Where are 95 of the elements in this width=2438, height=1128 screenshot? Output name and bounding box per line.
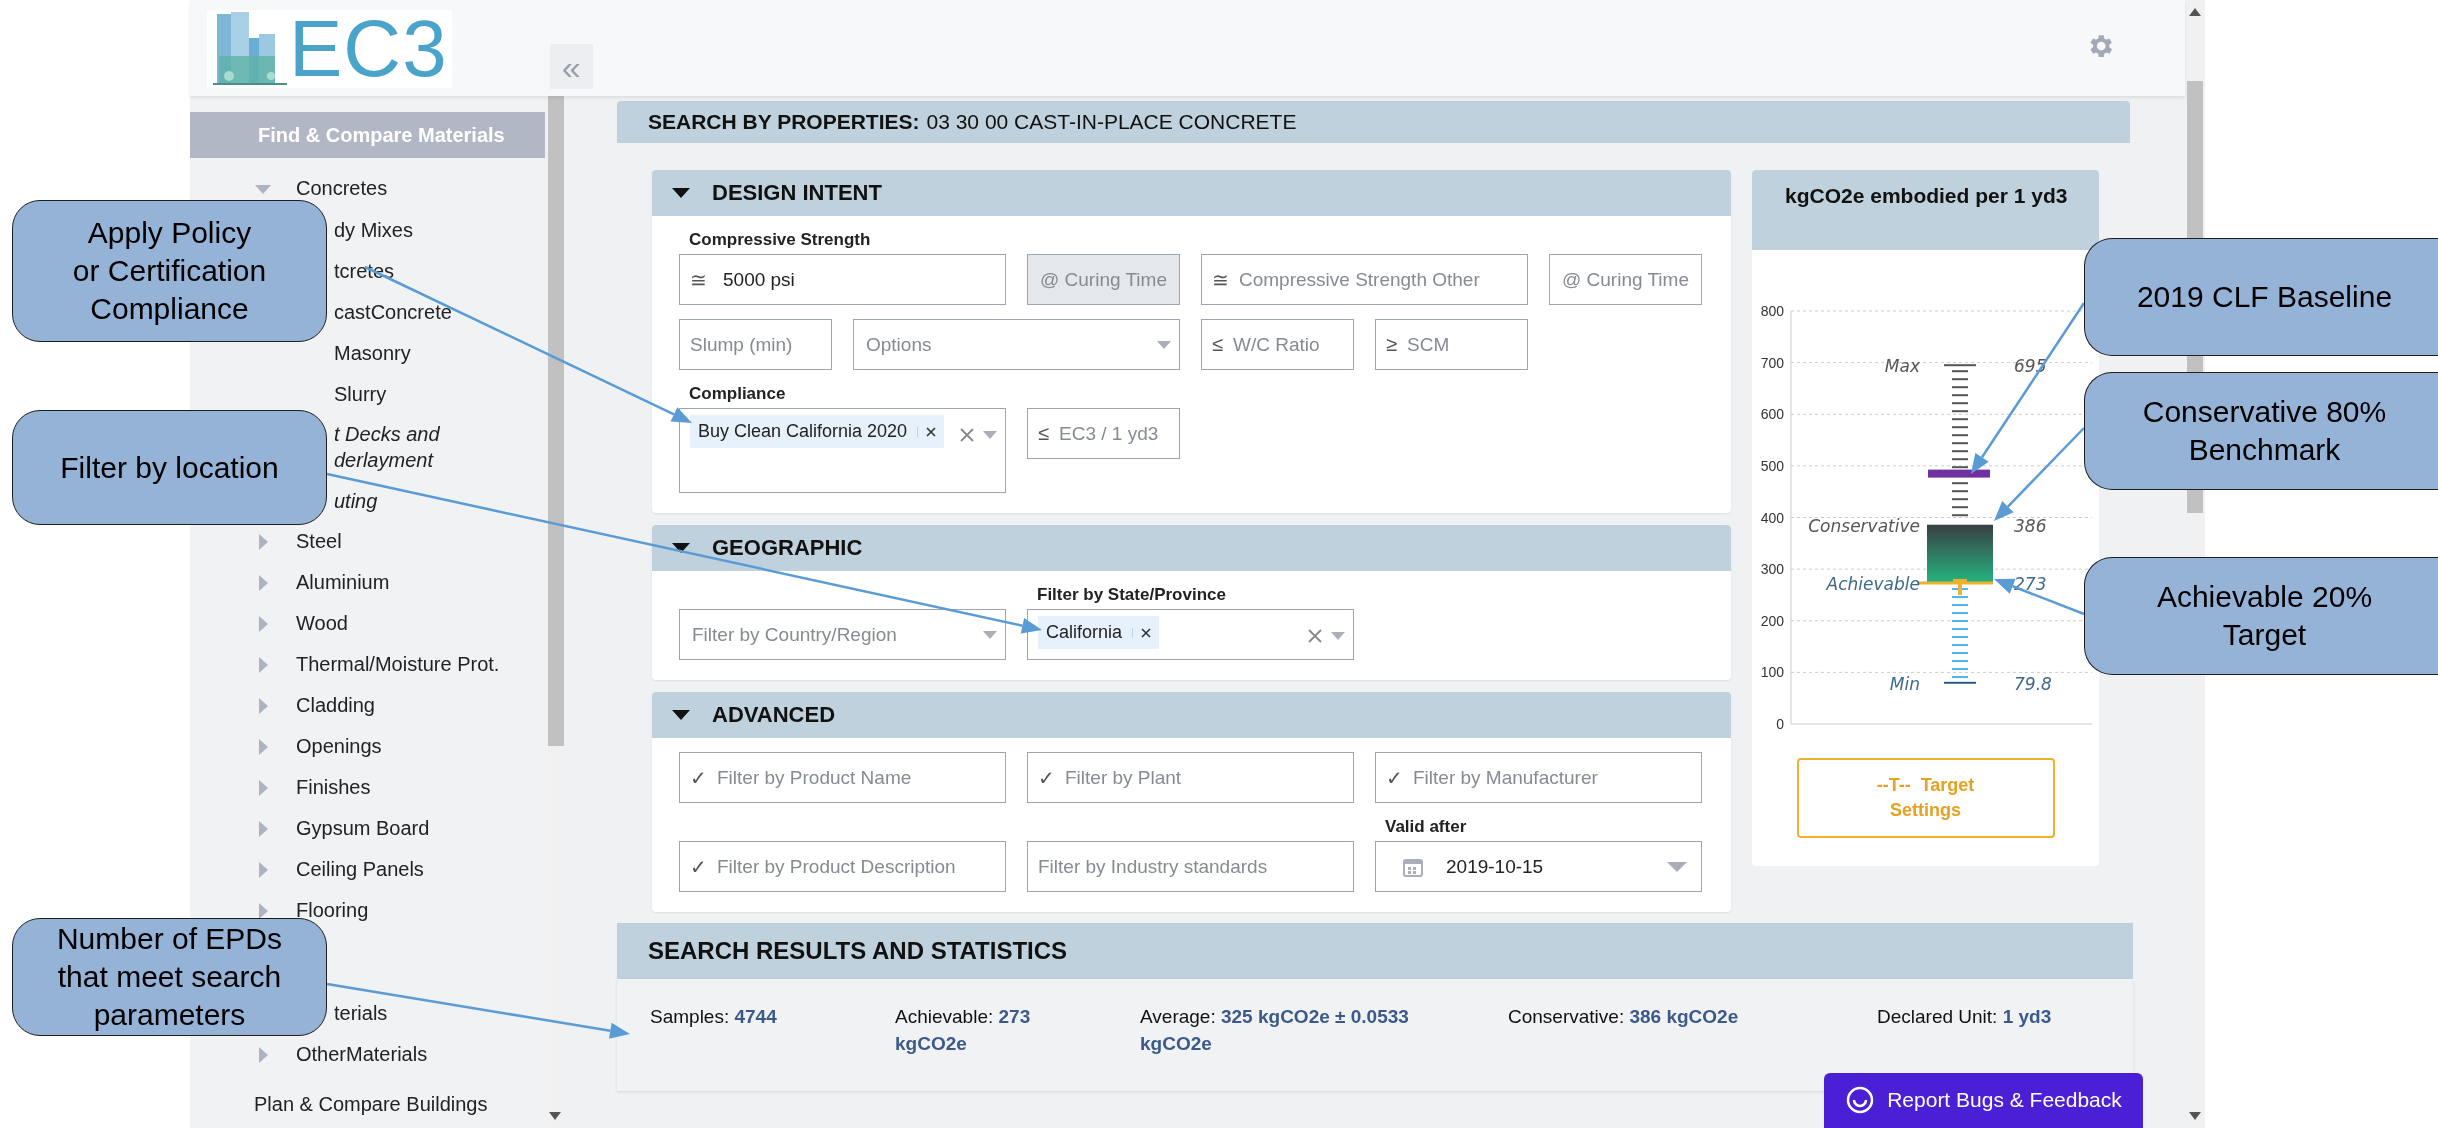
axis-tick-label: 200 xyxy=(1760,612,1784,629)
tag-select-field[interactable]: Buy Clean California 2020 xyxy=(679,408,1006,493)
section-header[interactable]: GEOGRAPHIC xyxy=(652,525,1731,571)
section-title: ADVANCED xyxy=(712,702,836,728)
range-box xyxy=(1927,524,1993,584)
callout-text: Conservative 80% Benchmark xyxy=(2142,394,2387,468)
tree-item[interactable]: Steel xyxy=(296,530,342,553)
marker-label: Conservative xyxy=(1808,515,1920,536)
chat-circle-icon xyxy=(1845,1085,1876,1115)
field-label: Compressive Strength xyxy=(689,230,871,249)
input-field[interactable]: ✓ Filter by Product Description xyxy=(679,841,1006,892)
statistic-text: Declared Unit: 1 yd3 xyxy=(1877,1005,2052,1029)
tree-item[interactable]: Flooring xyxy=(296,899,369,922)
tree-item[interactable]: castConcrete xyxy=(334,298,452,325)
callout-text: Apply Policy or Certification Compliance xyxy=(72,215,267,327)
statistic-text: Samples: 4744 xyxy=(650,1005,777,1029)
marker-label: Max xyxy=(1884,356,1920,377)
tree-item[interactable]: Gypsum Board xyxy=(296,817,430,840)
axis-tick-label: 500 xyxy=(1760,457,1784,474)
axis-tick-label: 600 xyxy=(1760,406,1784,423)
input-field[interactable]: ≤ EC3 / 1 yd3 xyxy=(1027,408,1180,459)
panel-title: SEARCH BY PROPERTIES: 03 30 00 CAST-IN-PLACE CONCRETE xyxy=(617,101,2130,143)
target-marker-icon xyxy=(1953,579,1967,596)
callout-text: Number of EPDs that meet search parameters xyxy=(56,921,283,1033)
tree-item[interactable]: Masonry xyxy=(334,339,411,366)
logo-text: EC3 xyxy=(289,10,448,88)
input-field[interactable]: ✓ Filter by Product Name xyxy=(679,752,1006,803)
axis-tick-label: 800 xyxy=(1760,303,1784,319)
caret-icon[interactable] xyxy=(982,431,997,439)
callout-text: Filter by location xyxy=(60,449,279,486)
tree-item[interactable]: Cladding xyxy=(296,694,375,717)
axis-tick-label: 0 xyxy=(1776,716,1784,732)
tree-item[interactable]: terials xyxy=(334,1002,388,1025)
statistic-text: Achievable: 273 kgCO2e xyxy=(895,1005,1032,1056)
statistic-text: Average: 325 kgCO2e ± 0.0533 kgCO2e xyxy=(1140,1005,1410,1056)
dropdown-field[interactable]: Options xyxy=(853,319,1180,370)
input-field[interactable]: ≅ Compressive Strength Other xyxy=(1201,254,1528,305)
tree-item[interactable]: t Decks and derlayment xyxy=(334,421,440,473)
remove-icon[interactable] xyxy=(1132,627,1152,638)
caret-icon[interactable] xyxy=(1330,632,1345,640)
caret-icon[interactable] xyxy=(1666,861,1687,872)
tree-item[interactable]: Ceiling Panels xyxy=(296,858,424,881)
tree-item[interactable]: Thermal/Moisture Prot. xyxy=(296,653,500,676)
chart-title: kgCO2e embodied per 1 yd3 xyxy=(1785,184,2068,207)
sidebar-section[interactable]: Plan & Compare Buildings xyxy=(190,1081,545,1127)
section-title: DESIGN INTENT xyxy=(712,180,882,206)
expanded-triangle-icon[interactable] xyxy=(672,708,690,722)
scroll-down-icon[interactable] xyxy=(2189,1112,2201,1120)
tag-chip[interactable]: California xyxy=(1038,616,1160,649)
expanded-triangle-icon[interactable] xyxy=(672,186,690,200)
marker-value: 79.8 xyxy=(2014,673,2052,694)
tree-item[interactable]: OtherMaterials xyxy=(296,1043,428,1066)
input-field[interactable]: ≥ SCM xyxy=(1375,319,1528,370)
input-field[interactable]: ✓ Filter by Manufacturer xyxy=(1375,752,1702,803)
caret-icon[interactable] xyxy=(982,630,997,639)
clear-icon[interactable] xyxy=(958,427,975,443)
axis-tick-label: 100 xyxy=(1760,664,1784,681)
results-title: SEARCH RESULTS AND STATISTICS xyxy=(648,937,1068,965)
tree-item[interactable]: uting xyxy=(334,487,378,514)
tree-item[interactable]: Openings xyxy=(296,735,382,758)
callout-text: Achievable 20% Target xyxy=(2156,579,2373,653)
scroll-up-icon[interactable] xyxy=(2189,8,2201,16)
tree-item[interactable]: Finishes xyxy=(296,776,371,799)
report-bugs-button[interactable]: Report Bugs & Feedback xyxy=(1824,1073,2143,1128)
section-header[interactable]: DESIGN INTENT xyxy=(652,170,1731,216)
tree-item[interactable]: Slurry xyxy=(334,380,387,407)
tree-item[interactable]: Concretes xyxy=(296,177,388,200)
axis-tick-label: 300 xyxy=(1760,561,1784,578)
scroll-down-icon[interactable] xyxy=(549,1112,561,1120)
scrollbar[interactable] xyxy=(545,96,566,1128)
field-label: Valid after xyxy=(1385,817,1467,836)
tree-item[interactable]: dy Mixes xyxy=(334,216,413,243)
section-header[interactable]: ADVANCED xyxy=(652,692,1731,738)
tag-select-field[interactable]: California xyxy=(1027,609,1354,660)
axis-tick-label: 400 xyxy=(1760,509,1784,526)
date-field[interactable]: 2019-10-15 xyxy=(1375,841,1702,892)
input-field[interactable]: ≤ W/C Ratio xyxy=(1201,319,1354,370)
statistic-text: Conservative: 386 kgCO2e xyxy=(1508,1005,1739,1029)
marker-label: Achievable xyxy=(1826,574,1920,595)
section-title: GEOGRAPHIC xyxy=(712,535,863,561)
tree-item[interactable]: Aluminium xyxy=(296,571,390,594)
axis-tick-label: 700 xyxy=(1760,354,1784,371)
remove-icon[interactable] xyxy=(917,426,937,437)
marker-label: Min xyxy=(1889,673,1920,694)
marker-value: 386 xyxy=(2014,515,2047,536)
input-field[interactable]: ✓ Filter by Plant xyxy=(1027,752,1354,803)
tree-item[interactable]: Wood xyxy=(296,612,348,635)
field-label: Filter by State/Province xyxy=(1037,585,1226,604)
baseline-marker xyxy=(1928,469,1990,478)
clear-icon[interactable] xyxy=(1306,628,1323,644)
tag-chip[interactable]: Buy Clean California 2020 xyxy=(690,415,945,448)
callout-text: 2019 CLF Baseline xyxy=(2136,279,2393,315)
field-label: Compliance xyxy=(689,384,786,403)
caret-icon[interactable] xyxy=(1156,340,1171,349)
input-field[interactable]: ≅ 5000 psi xyxy=(679,254,1006,305)
